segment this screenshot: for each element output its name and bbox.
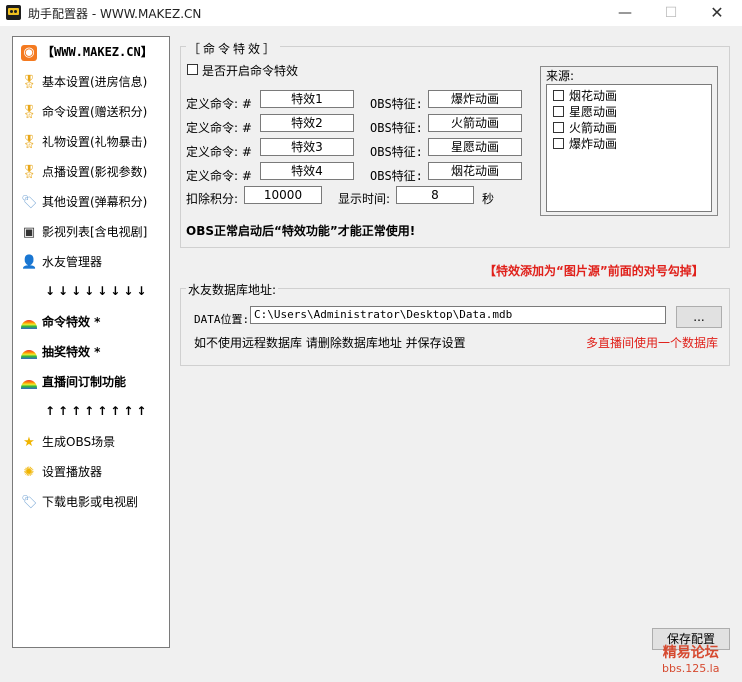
sidebar-item-obs-scene[interactable]: ★ 生成OBS场景 — [21, 431, 115, 453]
sidebar-item-download[interactable]: 🏷 下载电影或电视剧 — [21, 491, 138, 513]
medal-icon: 🎖 — [21, 134, 38, 150]
film-icon: ▣ — [22, 224, 36, 240]
user-icon: 👤 — [21, 254, 38, 270]
enable-effects-label: 是否开启命令特效 — [202, 64, 299, 78]
sidebar-item-label: 基本设置(进房信息) — [42, 75, 148, 89]
cmd-label-2: 定义命令: # — [186, 121, 252, 135]
medal-icon: 🎖 — [21, 104, 38, 120]
watermark-line2: bbs.125.la — [662, 662, 720, 675]
obs-input-4[interactable]: 烟花动画 — [428, 162, 522, 180]
cmd-input-1[interactable]: 特效1 — [260, 90, 354, 108]
sidebar-item-label: 【WWW.MAKEZ.CN】 — [42, 45, 153, 59]
source-checkbox-3[interactable] — [553, 122, 564, 133]
effects-group-title: ［命令特效］ — [186, 40, 281, 57]
sidebar-item-player[interactable]: ✺ 设置播放器 — [21, 461, 102, 483]
browse-button[interactable]: ... — [676, 306, 722, 328]
sidebar-item-users[interactable]: 👤 水友管理器 — [21, 251, 102, 273]
sidebar-item-label: 直播间订制功能 — [42, 375, 127, 389]
arrows-down: ↓↓↓↓↓↓↓↓ — [45, 284, 150, 298]
sparkle-icon: ✺ — [23, 464, 35, 480]
image-source-hint: 【特效添加为“图片源”前面的对号勾掉】 — [484, 264, 704, 278]
source-list: 烟花动画 星愿动画 火箭动画 爆炸动画 — [546, 84, 712, 212]
time-label: 显示时间: — [338, 192, 391, 206]
sidebar-item-label: 下载电影或电视剧 — [42, 495, 139, 509]
star-icon: ★ — [23, 434, 35, 450]
source-label-4: 爆炸动画 — [569, 137, 618, 151]
time-input[interactable]: 8 — [396, 186, 474, 204]
sidebar-item-gift[interactable]: 🎖 礼物设置(礼物暴击) — [21, 131, 147, 153]
obs-label-4: OBS特征: — [370, 169, 423, 183]
db-group — [180, 288, 730, 366]
cmd-label-4: 定义命令: # — [186, 169, 252, 183]
cmd-label-1: 定义命令: # — [186, 97, 252, 111]
db-note: 如不使用远程数据库 请删除数据库地址 并保存设置 — [194, 336, 466, 350]
sidebar-item-label: 抽奖特效 * — [42, 345, 101, 359]
watermark: 精易论坛 bbs.125.la — [662, 642, 719, 675]
sidebar-item-label: 礼物设置(礼物暴击) — [42, 135, 148, 149]
tag-icon: 🏷 — [21, 194, 38, 210]
sidebar-item-movies[interactable]: ▣ 影视列表[含电视剧] — [21, 221, 148, 243]
obs-label-2: OBS特征: — [370, 121, 423, 135]
deduct-input[interactable]: 10000 — [244, 186, 322, 204]
obs-input-1[interactable]: 爆炸动画 — [428, 90, 522, 108]
rss-icon: ◉ — [21, 44, 37, 61]
maximize-button[interactable]: ☐ — [648, 0, 694, 26]
title-bar: 助手配置器 - WWW.MAKEZ.CN — ☐ ✕ — [0, 0, 742, 26]
sidebar-item-custom[interactable]: 直播间订制功能 — [21, 371, 126, 393]
app-icon — [6, 5, 21, 20]
db-path-input[interactable]: C:\Users\Administrator\Desktop\Data.mdb — [250, 306, 666, 324]
medal-icon: 🎖 — [21, 164, 38, 180]
sidebar-item-cmd-effects[interactable]: 命令特效 * — [21, 311, 100, 333]
tag-icon: 🏷 — [21, 494, 38, 510]
sidebar-item-lottery-effects[interactable]: 抽奖特效 * — [21, 341, 100, 363]
sidebar-item-label: 设置播放器 — [42, 465, 103, 479]
sidebar: ◉ 【WWW.MAKEZ.CN】 🎖 基本设置(进房信息) 🎖 命令设置(赠送积分) … — [12, 36, 170, 648]
sidebar-item-other[interactable]: 🏷 其他设置(弹幕积分) — [21, 191, 147, 213]
close-button[interactable]: ✕ — [694, 0, 740, 26]
obs-input-2[interactable]: 火箭动画 — [428, 114, 522, 132]
db-path-label: DATA位置: — [194, 313, 250, 326]
sidebar-item-label: 点播设置(影视参数) — [42, 165, 148, 179]
source-checkbox-4[interactable] — [553, 138, 564, 149]
cmd-input-2[interactable]: 特效2 — [260, 114, 354, 132]
arrows-up: ↑↑↑↑↑↑↑↑ — [45, 404, 150, 418]
source-title: 来源: — [546, 69, 575, 83]
sidebar-item-label: 影视列表[含电视剧] — [42, 225, 148, 239]
time-unit: 秒 — [482, 192, 495, 206]
minimize-button[interactable]: — — [602, 0, 648, 26]
source-checkbox-2[interactable] — [553, 106, 564, 117]
medal-icon: 🎖 — [21, 74, 38, 90]
obs-notice: OBS正常启动后“特效功能”才能正常使用! — [186, 224, 416, 238]
cmd-input-3[interactable]: 特效3 — [260, 138, 354, 156]
db-group-title: 水友数据库地址: — [186, 281, 279, 298]
watermark-line1: 精易论坛 — [662, 645, 719, 661]
rainbow-icon — [21, 320, 37, 329]
rainbow-icon — [21, 380, 37, 389]
obs-input-3[interactable]: 星愿动画 — [428, 138, 522, 156]
sidebar-item-vod[interactable]: 🎖 点播设置(影视参数) — [21, 161, 147, 183]
sidebar-item-label: 其他设置(弹幕积分) — [42, 195, 148, 209]
sidebar-item-label: 命令设置(赠送积分) — [42, 105, 148, 119]
deduct-label: 扣除积分: — [186, 192, 239, 206]
sidebar-item-command[interactable]: 🎖 命令设置(赠送积分) — [21, 101, 147, 123]
rainbow-icon — [21, 350, 37, 359]
db-note-red: 多直播间使用一个数据库 — [586, 336, 719, 350]
cmd-label-3: 定义命令: # — [186, 145, 252, 159]
window-title: 助手配置器 - WWW.MAKEZ.CN — [28, 7, 202, 21]
source-checkbox-1[interactable] — [553, 90, 564, 101]
sidebar-item-label: 命令特效 * — [42, 315, 101, 329]
source-label-2: 星愿动画 — [569, 105, 618, 119]
obs-label-3: OBS特征: — [370, 145, 423, 159]
sidebar-item-label: 生成OBS场景 — [42, 435, 116, 449]
source-label-1: 烟花动画 — [569, 89, 618, 103]
sidebar-item-site[interactable]: ◉ 【WWW.MAKEZ.CN】 — [21, 41, 153, 63]
cmd-input-4[interactable]: 特效4 — [260, 162, 354, 180]
source-label-3: 火箭动画 — [569, 121, 618, 135]
enable-effects-checkbox[interactable] — [187, 64, 198, 75]
sidebar-item-label: 水友管理器 — [42, 255, 103, 269]
sidebar-item-basic[interactable]: 🎖 基本设置(进房信息) — [21, 71, 147, 93]
obs-label-1: OBS特征: — [370, 97, 423, 111]
